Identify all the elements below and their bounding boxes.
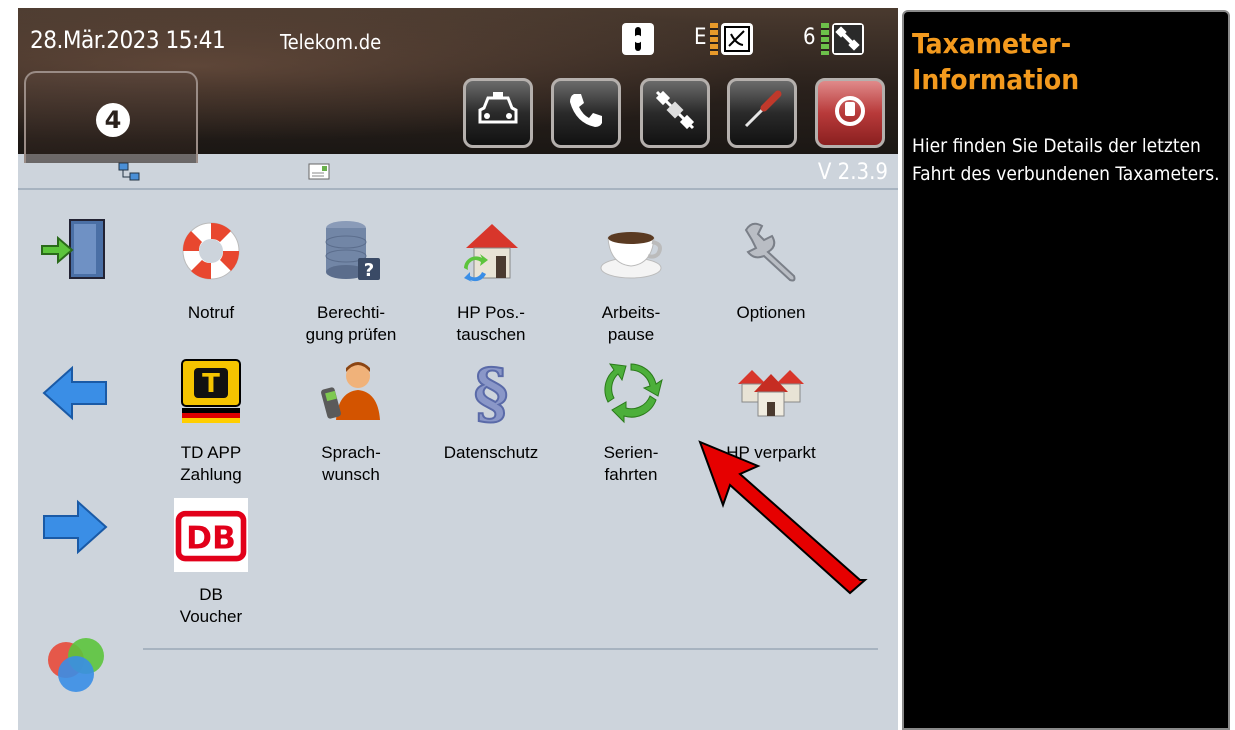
database-question-icon: ? bbox=[325, 221, 380, 281]
panel-body: Hier finden Sie Details der letzten Fahr… bbox=[912, 135, 1220, 185]
house-swap-icon bbox=[464, 224, 518, 282]
screwdriver-icon bbox=[740, 88, 784, 138]
color-circles-icon[interactable] bbox=[40, 632, 110, 698]
taxi-icon bbox=[476, 90, 520, 136]
tile-optionen[interactable]: Optionen bbox=[701, 218, 841, 324]
lifebuoy-icon bbox=[182, 222, 240, 280]
svg-text:?: ? bbox=[364, 260, 374, 281]
device-screen: 28.Mär.2023 15:41 Telekom.de 4 E 6 V 2.3… bbox=[18, 8, 898, 730]
signal-e-label: E bbox=[694, 25, 707, 50]
tile-serienfahrten[interactable]: Serien- fahrten bbox=[561, 358, 701, 486]
gps-satellite-icon bbox=[832, 23, 864, 55]
wrench-icon bbox=[744, 222, 796, 282]
tile-label: Notruf bbox=[187, 303, 235, 322]
signal-6-label: 6 bbox=[803, 25, 816, 50]
tile-arbeitspause[interactable]: Arbeits- pause bbox=[561, 218, 701, 346]
tile-label: Optionen bbox=[736, 303, 806, 322]
tile-label: DB Voucher bbox=[179, 585, 243, 626]
tile-label: Berechti- gung prüfen bbox=[305, 303, 397, 344]
satellite-icon bbox=[653, 88, 697, 138]
satellite-dish-icon bbox=[721, 23, 753, 55]
home-tab[interactable]: 4 bbox=[24, 71, 198, 163]
gps-button[interactable] bbox=[640, 78, 710, 148]
message-icon bbox=[308, 163, 330, 180]
db-logo-text: DB bbox=[186, 520, 236, 556]
back-arrow-icon[interactable] bbox=[40, 360, 110, 426]
phone-lock-icon bbox=[622, 23, 654, 55]
brand-logo: 4 bbox=[96, 103, 130, 137]
status-header: 28.Mär.2023 15:41 Telekom.de 4 E 6 bbox=[18, 8, 898, 163]
tools-button[interactable] bbox=[727, 78, 797, 148]
exit-door-icon[interactable] bbox=[40, 216, 110, 282]
phone-button[interactable] bbox=[551, 78, 621, 148]
divider bbox=[143, 648, 878, 650]
power-icon bbox=[830, 90, 870, 136]
tile-label: Datenschutz bbox=[443, 443, 539, 462]
signal-e-bars bbox=[710, 23, 718, 55]
datetime: 28.Mär.2023 15:41 bbox=[30, 26, 226, 54]
tile-td-app-zahlung[interactable]: T TD APP Zahlung bbox=[141, 358, 281, 486]
coffee-cup-icon bbox=[600, 232, 662, 279]
version-label: V 2.3.9 bbox=[817, 160, 888, 185]
tile-label: Serien- fahrten bbox=[603, 443, 659, 484]
taxi-button[interactable] bbox=[463, 78, 533, 148]
phone-icon bbox=[566, 90, 606, 136]
tile-datenschutz[interactable]: § Datenschutz bbox=[421, 353, 561, 464]
td-letter: T bbox=[202, 369, 220, 399]
network-icon bbox=[118, 162, 140, 181]
annotation-arrow bbox=[698, 440, 868, 595]
recycle-arrows-icon bbox=[604, 363, 663, 424]
tile-notruf[interactable]: Notruf bbox=[141, 218, 281, 324]
person-phone-icon bbox=[321, 362, 380, 420]
forward-arrow-icon[interactable] bbox=[40, 494, 110, 560]
td-app-icon: T bbox=[181, 359, 241, 423]
carrier-name: Telekom.de bbox=[280, 30, 382, 54]
divider bbox=[18, 188, 898, 190]
tile-db-voucher[interactable]: DB DB Voucher bbox=[141, 498, 281, 628]
tile-berechtigung[interactable]: ? Berechti- gung prüfen bbox=[281, 218, 421, 346]
power-button[interactable] bbox=[815, 78, 885, 148]
db-logo-icon: DB bbox=[174, 498, 248, 572]
svg-text:§: § bbox=[474, 358, 509, 424]
tile-hp-pos-tauschen[interactable]: HP Pos.- tauschen bbox=[421, 218, 561, 346]
panel-title: Taxameter- Information bbox=[912, 27, 1080, 96]
gps-signal-bars bbox=[821, 23, 829, 55]
tile-label: Sprach- wunsch bbox=[321, 443, 381, 484]
tile-label: HP Pos.- tauschen bbox=[456, 303, 526, 344]
info-panel: Taxameter- Information Hier finden Sie D… bbox=[902, 10, 1230, 730]
houses-icon bbox=[738, 370, 804, 417]
paragraph-icon: § bbox=[473, 353, 510, 433]
tile-label: TD APP Zahlung bbox=[180, 443, 242, 484]
tile-sprachwunsch[interactable]: Sprach- wunsch bbox=[281, 358, 421, 486]
tile-label: Arbeits- pause bbox=[601, 303, 661, 344]
